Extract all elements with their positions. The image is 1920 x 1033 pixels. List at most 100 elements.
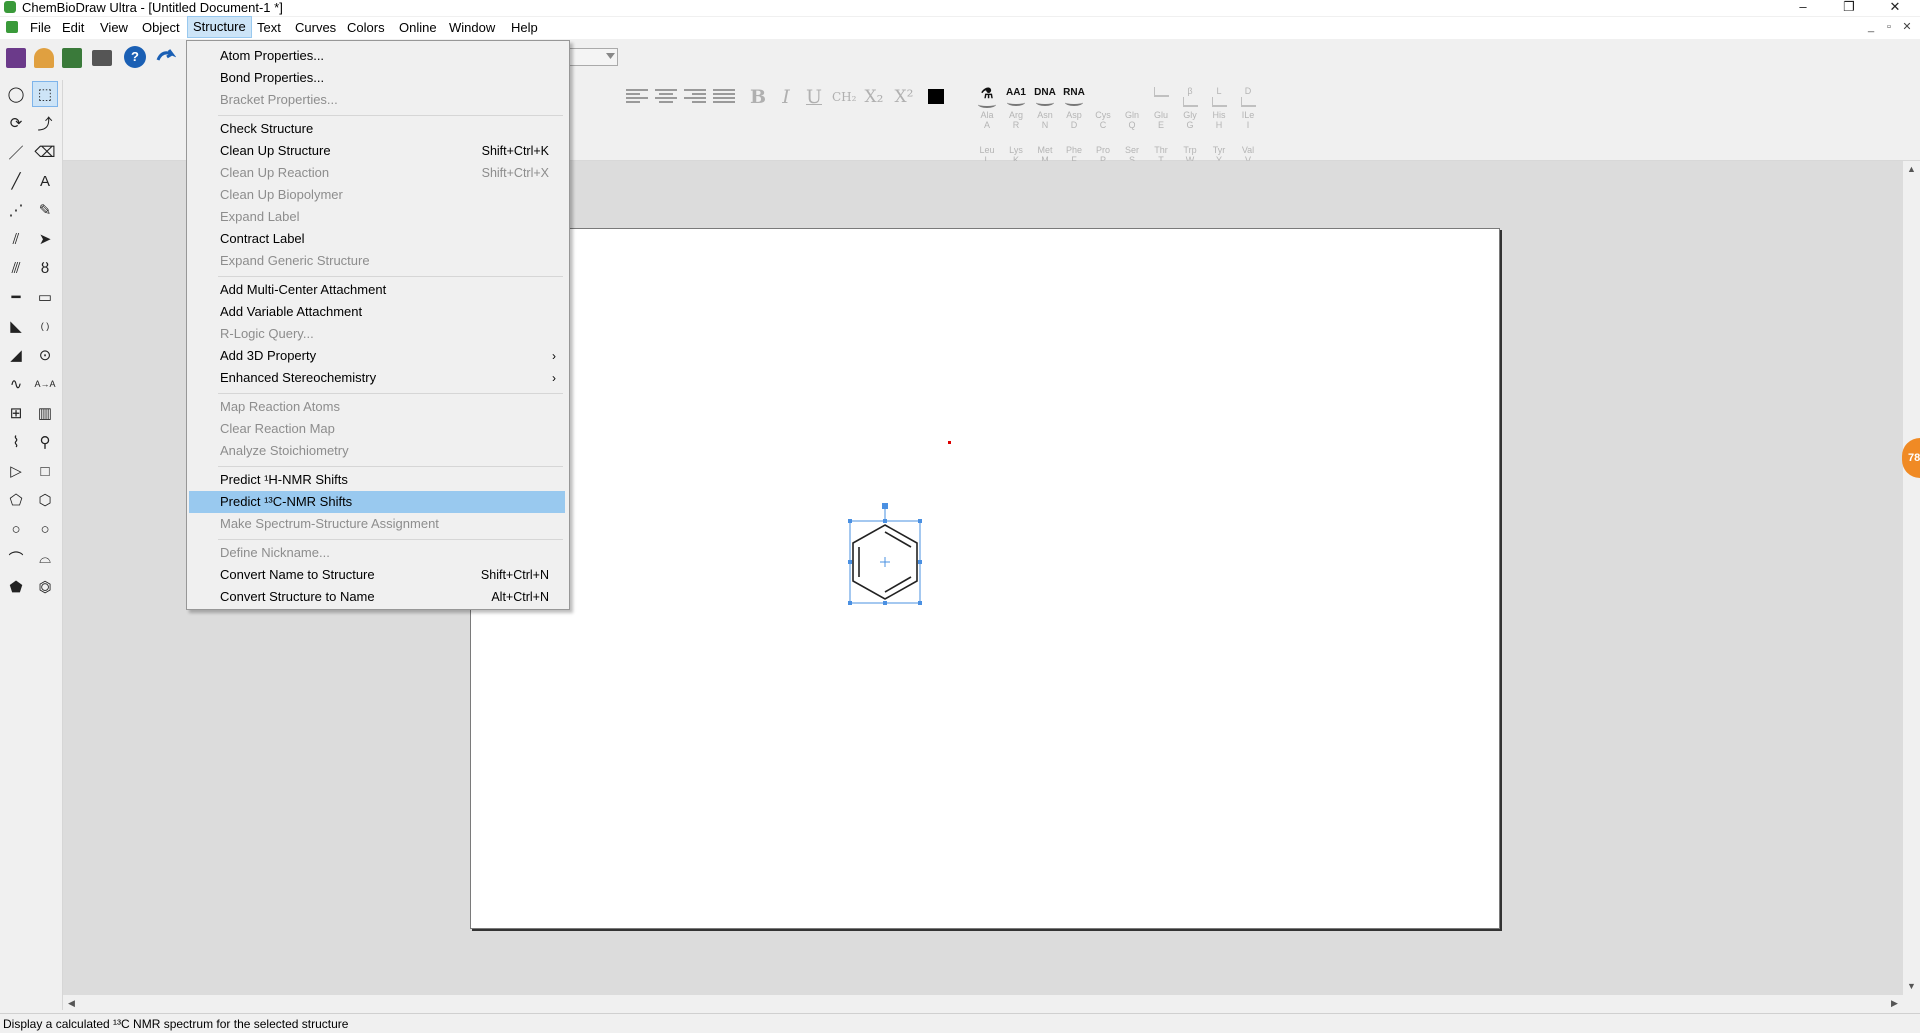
wedge-bond-icon[interactable]: ◣ [4, 314, 28, 338]
menu-item-map-reaction-atoms[interactable]: Map Reaction Atoms [189, 396, 565, 418]
rna-tool-button[interactable]: RNA [1061, 87, 1087, 106]
align-right-icon[interactable] [684, 89, 706, 103]
amino-acid-glu-button[interactable]: Glu E [1147, 110, 1175, 130]
menu-colors[interactable]: Colors [342, 17, 390, 38]
menu-help[interactable]: Help [506, 17, 543, 38]
menu-item-clean-up-structure[interactable]: Clean Up Structure Shift+Ctrl+K [189, 140, 565, 162]
align-left-icon[interactable] [626, 89, 648, 103]
amino-acid-arg-button[interactable]: Arg R [1002, 110, 1030, 130]
menu-item-convert-structure-to-name[interactable]: Convert Structure to Name Alt+Ctrl+N [189, 586, 565, 608]
bold-line-icon[interactable]: ━ [4, 285, 28, 309]
menu-item-add-3d-property[interactable]: Add 3D Property › [189, 345, 565, 367]
amino-acid-asp-button[interactable]: Asp D [1060, 110, 1088, 130]
wedged-bond-icon[interactable]: ◢ [4, 343, 28, 367]
mdi-minimize-button[interactable]: _ [1864, 21, 1878, 33]
bold-button[interactable]: B [746, 87, 770, 107]
scroll-right-icon[interactable]: ▶ [1886, 995, 1903, 1012]
benzene-structure[interactable] [846, 499, 926, 609]
open-icon[interactable] [34, 48, 54, 68]
help-icon[interactable]: ? [124, 46, 146, 68]
menu-item-enhanced-stereochemistry[interactable]: Enhanced Stereochemistry › [189, 367, 565, 389]
acyclic-chain-icon[interactable]: A→A [33, 372, 57, 396]
menu-item-predict-h-nmr-shifts[interactable]: Predict ¹H-NMR Shifts [189, 469, 565, 491]
scroll-left-icon[interactable]: ◀ [63, 995, 80, 1012]
hashed-wedge-icon[interactable]: ⫻ [4, 256, 28, 280]
scroll-down-icon[interactable]: ▼ [1903, 978, 1920, 995]
triangle-ring-icon[interactable]: ▷ [4, 459, 28, 483]
menu-item-clear-reaction-map[interactable]: Clear Reaction Map [189, 418, 565, 440]
chain-tool-icon[interactable]: ⌇ [4, 430, 28, 454]
hashed-bond-icon[interactable]: ⫽ [4, 227, 28, 251]
menu-online[interactable]: Online [394, 17, 442, 38]
menu-item-add-multi-center-attachment[interactable]: Add Multi-Center Attachment [189, 279, 565, 301]
save-icon[interactable] [62, 48, 82, 68]
cyclo-octane-icon[interactable]: ○ [33, 517, 57, 541]
menu-text[interactable]: Text [252, 17, 286, 38]
single-bond-icon[interactable]: ／ [4, 140, 28, 164]
menu-item-contract-label[interactable]: Contract Label [189, 228, 565, 250]
color-swatch[interactable] [928, 89, 944, 104]
menu-structure[interactable]: Structure [187, 16, 252, 38]
rectangle-tool-icon[interactable]: ▭ [33, 285, 57, 309]
restore-button[interactable]: ❐ [1826, 0, 1872, 16]
stereo-tool-button[interactable]: D [1234, 86, 1262, 108]
menu-window[interactable]: Window [444, 17, 500, 38]
dashed-bond-icon[interactable]: ⋰ [4, 198, 28, 222]
mdi-restore-button[interactable]: ▫ [1882, 21, 1896, 33]
close-button[interactable]: ✕ [1872, 0, 1918, 16]
subscript-button[interactable]: X₂ [862, 87, 886, 107]
amino-acid-gly-button[interactable]: Gly G [1176, 110, 1204, 130]
structure-perspective-icon[interactable]: ⤴ [33, 111, 57, 135]
orbital-icon[interactable]: ȣ [33, 256, 57, 280]
arrow-tool-icon[interactable]: ➤ [33, 227, 57, 251]
square-ring-icon[interactable]: □ [33, 459, 57, 483]
menu-item-clean-up-biopolymer[interactable]: Clean Up Biopolymer [189, 184, 565, 206]
italic-button[interactable]: I [774, 87, 798, 107]
wavy-bond-icon[interactable]: ∿ [4, 372, 28, 396]
chair-ring-2-icon[interactable]: ⌓ [33, 546, 57, 570]
lasso-icon[interactable]: ◯ [4, 82, 28, 106]
menu-edit[interactable]: Edit [57, 17, 89, 38]
underline-button[interactable]: U [802, 87, 826, 107]
stereo-tool-button[interactable] [1147, 86, 1175, 108]
minimize-button[interactable]: – [1780, 0, 1826, 16]
menu-item-atom-properties[interactable]: Atom Properties... [189, 45, 565, 67]
new-document-icon[interactable] [6, 48, 26, 68]
marquee-select-icon[interactable]: ⬚ [32, 81, 58, 107]
bold-bond-icon[interactable]: ╱ [4, 169, 28, 193]
amino-acid-cys-button[interactable]: Cys C [1089, 110, 1117, 130]
text-tool-icon[interactable]: A [33, 169, 57, 193]
formula-button[interactable]: CH₂ [832, 87, 856, 107]
mdi-close-button[interactable]: ✕ [1900, 21, 1914, 33]
eraser-icon[interactable]: ⌫ [33, 140, 57, 164]
cyclopentadiene-icon[interactable]: ⬟ [4, 575, 28, 599]
hexagon-ring-icon[interactable]: ⬡ [33, 488, 57, 512]
menu-item-expand-generic-structure[interactable]: Expand Generic Structure [189, 250, 565, 272]
cyclo-heptane-icon[interactable]: ○ [4, 517, 28, 541]
align-center-icon[interactable] [655, 89, 677, 103]
template-tool-icon[interactable]: ▥ [33, 401, 57, 425]
table-tool-icon[interactable]: ⊞ [4, 401, 28, 425]
horizontal-scrollbar[interactable]: ◀ ▶ [63, 995, 1903, 1012]
menu-item-r-logic-query[interactable]: R-Logic Query... [189, 323, 565, 345]
superscript-button[interactable]: X² [892, 87, 916, 107]
menu-item-analyze-stoichiometry[interactable]: Analyze Stoichiometry [189, 440, 565, 462]
vertical-scrollbar[interactable]: ▲ ▼ [1903, 161, 1920, 995]
amino-acid-his-button[interactable]: His H [1205, 110, 1233, 130]
chair-ring-1-icon[interactable]: ⌒ [4, 546, 28, 570]
menu-item-add-variable-attachment[interactable]: Add Variable Attachment [189, 301, 565, 323]
rotate-icon[interactable]: ⟳ [4, 111, 28, 135]
font-size-select[interactable] [568, 48, 618, 66]
amino-acid-asn-button[interactable]: Asn N [1031, 110, 1059, 130]
stereo-tool-button[interactable]: β [1176, 86, 1204, 108]
amino-acid-ala-button[interactable]: Ala A [973, 110, 1001, 130]
justify-icon[interactable] [713, 89, 735, 103]
benzene-ring-icon[interactable]: ⏣ [33, 575, 57, 599]
aa1-tool-button[interactable]: AA1 [1003, 87, 1029, 106]
print-icon[interactable] [92, 50, 112, 66]
menu-item-clean-up-reaction[interactable]: Clean Up Reaction Shift+Ctrl+X [189, 162, 565, 184]
menu-item-define-nickname[interactable]: Define Nickname... [189, 542, 565, 564]
amino-acid-gln-button[interactable]: Gln Q [1118, 110, 1146, 130]
menu-item-bond-properties[interactable]: Bond Properties... [189, 67, 565, 89]
pen-tool-icon[interactable]: ✎ [33, 198, 57, 222]
